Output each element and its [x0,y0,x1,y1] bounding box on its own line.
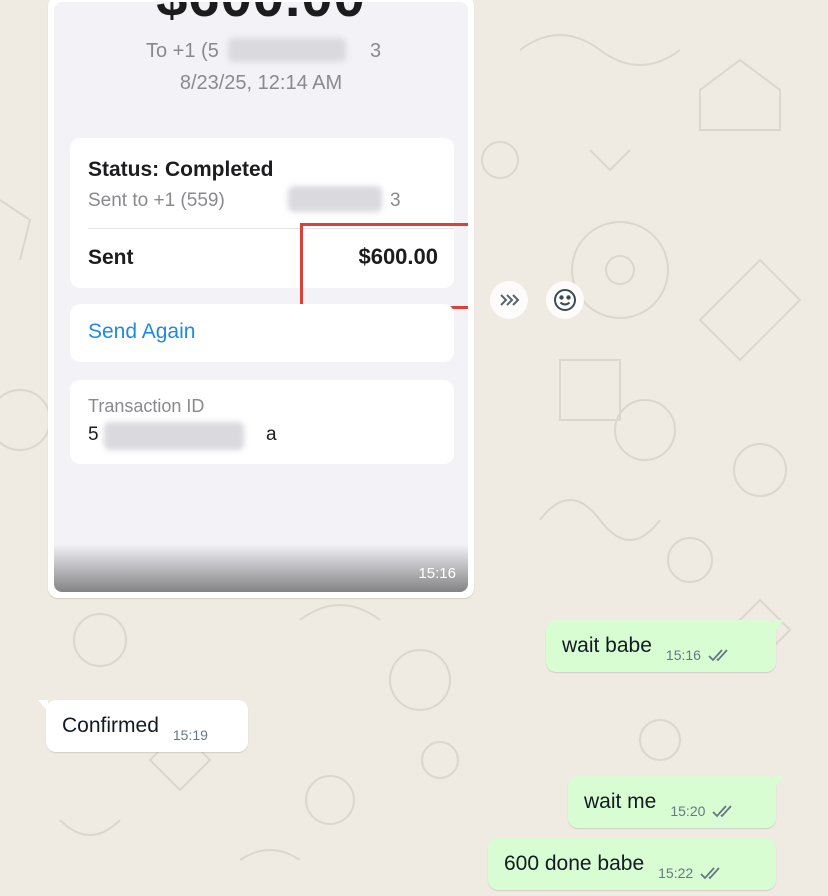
send-again-card: Send Again [70,304,454,362]
recipient-prefix: To +1 (5 [146,40,219,62]
redacted-phone [288,186,382,212]
image-message-bubble[interactable]: $600.00 To +1 (5 3 8/23/25, 12:14 AM Sta… [48,0,474,598]
bubble-tail [774,776,784,788]
bubble-tail [38,700,48,712]
incoming-message[interactable]: Confirmed 15:19 [38,700,248,752]
outgoing-message[interactable]: 600 done babe 15:22 [488,838,776,890]
redacted-transaction-id [104,422,244,450]
message-time: 15:19 [172,727,208,743]
outgoing-message[interactable]: wait me 15:20 [568,776,784,828]
outgoing-message[interactable]: wait babe 15:16 [546,620,784,672]
transaction-id-suffix: a [266,424,277,445]
double-check-icon [712,805,733,818]
double-check-icon [708,649,728,662]
status-card: Status: Completed Sent to +1 (559) 3 Sen… [70,138,468,309]
payment-screenshot: $600.00 To +1 (5 3 8/23/25, 12:14 AM Sta… [54,2,468,592]
sent-amount: $600.00 [358,244,438,269]
forward-icon[interactable] [490,281,528,319]
payment-amount-heading: $600.00 [54,2,468,29]
sent-to-suffix: 3 [390,190,401,211]
message-text: 600 done babe [504,852,645,875]
message-text: wait babe [562,634,652,657]
message-time: 15:20 [670,803,706,819]
bubble-tail [774,620,784,632]
recipient-suffix: 3 [370,40,382,62]
sent-to-prefix: Sent to +1 (559) [88,190,225,211]
image-message-time: 15:16 [418,565,456,582]
transaction-id-prefix: 5 [88,424,99,445]
double-check-icon [700,867,720,880]
message-time: 15:16 [665,647,701,663]
transaction-card: Transaction ID 5 a [70,380,454,464]
message-meta: 15:20 [670,803,737,819]
message-meta: 15:16 [666,647,733,663]
message-text: wait me [584,790,657,813]
emoji-icon[interactable] [546,281,584,319]
redacted-phone [228,38,346,62]
card-divider [88,228,454,229]
message-meta: 15:19 [173,727,208,743]
payment-date: 8/23/25, 12:14 AM [179,72,343,94]
image-time-overlay [54,544,468,592]
message-text: Confirmed [62,714,159,737]
send-again-link: Send Again [88,320,196,343]
message-meta: 15:22 [658,865,725,881]
transaction-id-label: Transaction ID [88,396,205,416]
sent-label: Sent [88,246,134,269]
message-time: 15:22 [658,865,694,881]
status-title: Status: Completed [88,158,274,181]
